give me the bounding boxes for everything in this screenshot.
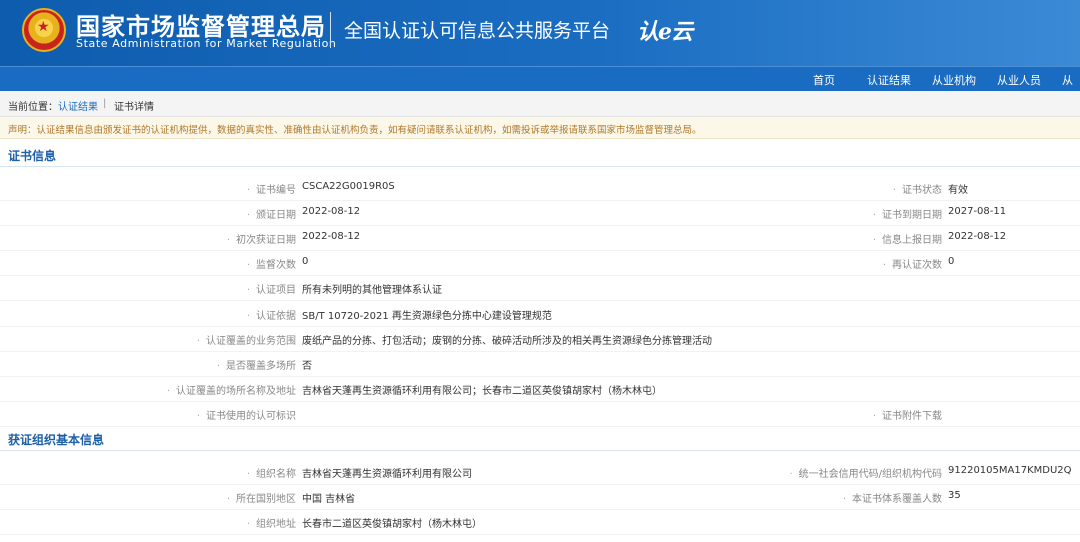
field-label: · 证书状态 [0,181,942,196]
field-value: 有效 [948,185,968,196]
bullet-icon: · [892,185,896,196]
nav-item-more[interactable]: 从 [1062,72,1073,88]
field-label-text: 认证项目 [256,285,296,297]
field-label: · 再认证次数 [0,256,942,271]
bullet-icon: · [872,235,876,247]
field-label-text: 证书到期日期 [882,210,942,222]
breadcrumb-item-cert-results[interactable]: 认证结果 [58,98,98,113]
row-divider [0,400,1080,402]
field-label: · 统一社会信用代码/组织机构代码 [0,465,942,480]
field-label-text: 认证覆盖的业务范围 [206,335,296,347]
field-label: · 本证书体系覆盖人数 [0,490,942,505]
main-nav: 首页 认证结果 从业机构 从业人员 从 [0,66,1080,91]
field-label-text: 信息上报日期 [882,235,942,247]
field-label-text: 证书附件下载 [882,410,942,422]
field-label: · 认证依据 [0,307,296,322]
row-divider [0,350,1080,352]
bullet-icon: · [882,260,886,272]
bullet-icon: · [842,494,846,505]
breadcrumb: 当前位置： 认证结果 | 证书详情 [0,91,1080,117]
disclaimer-notice: 声明：认证结果信息由颁发证书的认证机构提供，数据的真实性、准确性由认证机构负责，… [0,117,1080,139]
breadcrumb-separator: | [103,98,107,109]
bullet-icon: · [872,210,876,222]
field-value: 所有未列明的其他管理体系认证 [302,285,442,297]
breadcrumb-item-cert-detail: 证书详情 [114,102,154,113]
row-divider [0,300,1080,302]
field-label: · 信息上报日期 [0,231,942,246]
bullet-icon: · [246,285,250,297]
header-divider [330,12,331,48]
field-value: 35 [948,490,961,501]
row-divider [0,484,1080,485]
row-divider [0,275,1080,277]
field-label-text: 认证覆盖的场所名称及地址 [176,385,296,397]
nav-item-personnel[interactable]: 从业人员 [997,72,1041,88]
agency-name-en: State Administration for Market Regulati… [76,37,337,50]
field-value: SB/T 10720-2021 再生资源绿色分拣中心建设管理规范 [302,310,552,322]
bullet-icon: · [246,519,250,530]
row-divider [0,509,1080,510]
field-value: 2027-08-11 [948,206,1007,218]
bullet-icon: · [246,310,250,322]
field-value: 吉林省天蓬再生资源循环利用有限公司；长春市二道区英俊镇胡家村（杨木林屯） [302,385,662,397]
field-label[interactable]: · 证书附件下载 [0,407,942,422]
section-title-certificate: 证书信息 [0,143,1080,167]
field-value: 否 [302,360,312,372]
bullet-icon: · [216,360,220,372]
field-label-text: 组织地址 [256,519,296,530]
field-label: · 认证覆盖的业务范围 [0,332,296,347]
platform-logo: 认e云 [637,19,693,45]
field-label: · 组织地址 [0,515,296,530]
bullet-icon: · [196,335,200,347]
platform-title: 全国认证认可信息公共服务平台 [344,20,611,42]
row-divider [0,225,1080,227]
row-divider [0,375,1080,377]
field-label: · 证书到期日期 [0,206,942,221]
field-value: 0 [948,256,955,268]
row-divider [0,534,1080,535]
row-divider [0,250,1080,252]
nav-item-cert-results[interactable]: 认证结果 [867,72,911,88]
national-emblem-icon [22,8,66,52]
bullet-icon: · [872,410,876,422]
field-value: 91220105MA17KMDU2Q [948,465,1072,476]
field-label-text: 统一社会信用代码/组织机构代码 [798,469,942,480]
nav-item-institutions[interactable]: 从业机构 [932,72,976,88]
field-value: 废纸产品的分拣、打包活动；废钢的分拣、破碎活动所涉及的相关再生资源绿色分拣管理活… [302,335,712,347]
row-divider [0,200,1080,201]
row-divider [0,325,1080,327]
site-header: 国家市场监督管理总局 State Administration for Mark… [0,0,1080,66]
bullet-icon: · [166,385,170,397]
breadcrumb-prefix: 当前位置： [8,102,58,113]
field-label: · 认证项目 [0,281,296,296]
field-value: 长春市二道区英俊镇胡家村（杨木林屯） [302,519,482,530]
field-label-text: 再认证次数 [892,260,942,272]
field-label-text: 认证依据 [256,310,296,322]
bullet-icon: · [789,469,793,480]
section-title-organization: 获证组织基本信息 [0,427,1080,451]
nav-item-home[interactable]: 首页 [813,72,835,88]
field-label-text: 证书状态 [902,185,942,196]
field-label-text: 本证书体系覆盖人数 [852,494,942,505]
field-label: · 认证覆盖的场所名称及地址 [0,382,296,397]
field-label: · 是否覆盖多场所 [0,357,296,372]
field-label-text: 是否覆盖多场所 [226,360,296,372]
field-value: 2022-08-12 [948,231,1007,243]
